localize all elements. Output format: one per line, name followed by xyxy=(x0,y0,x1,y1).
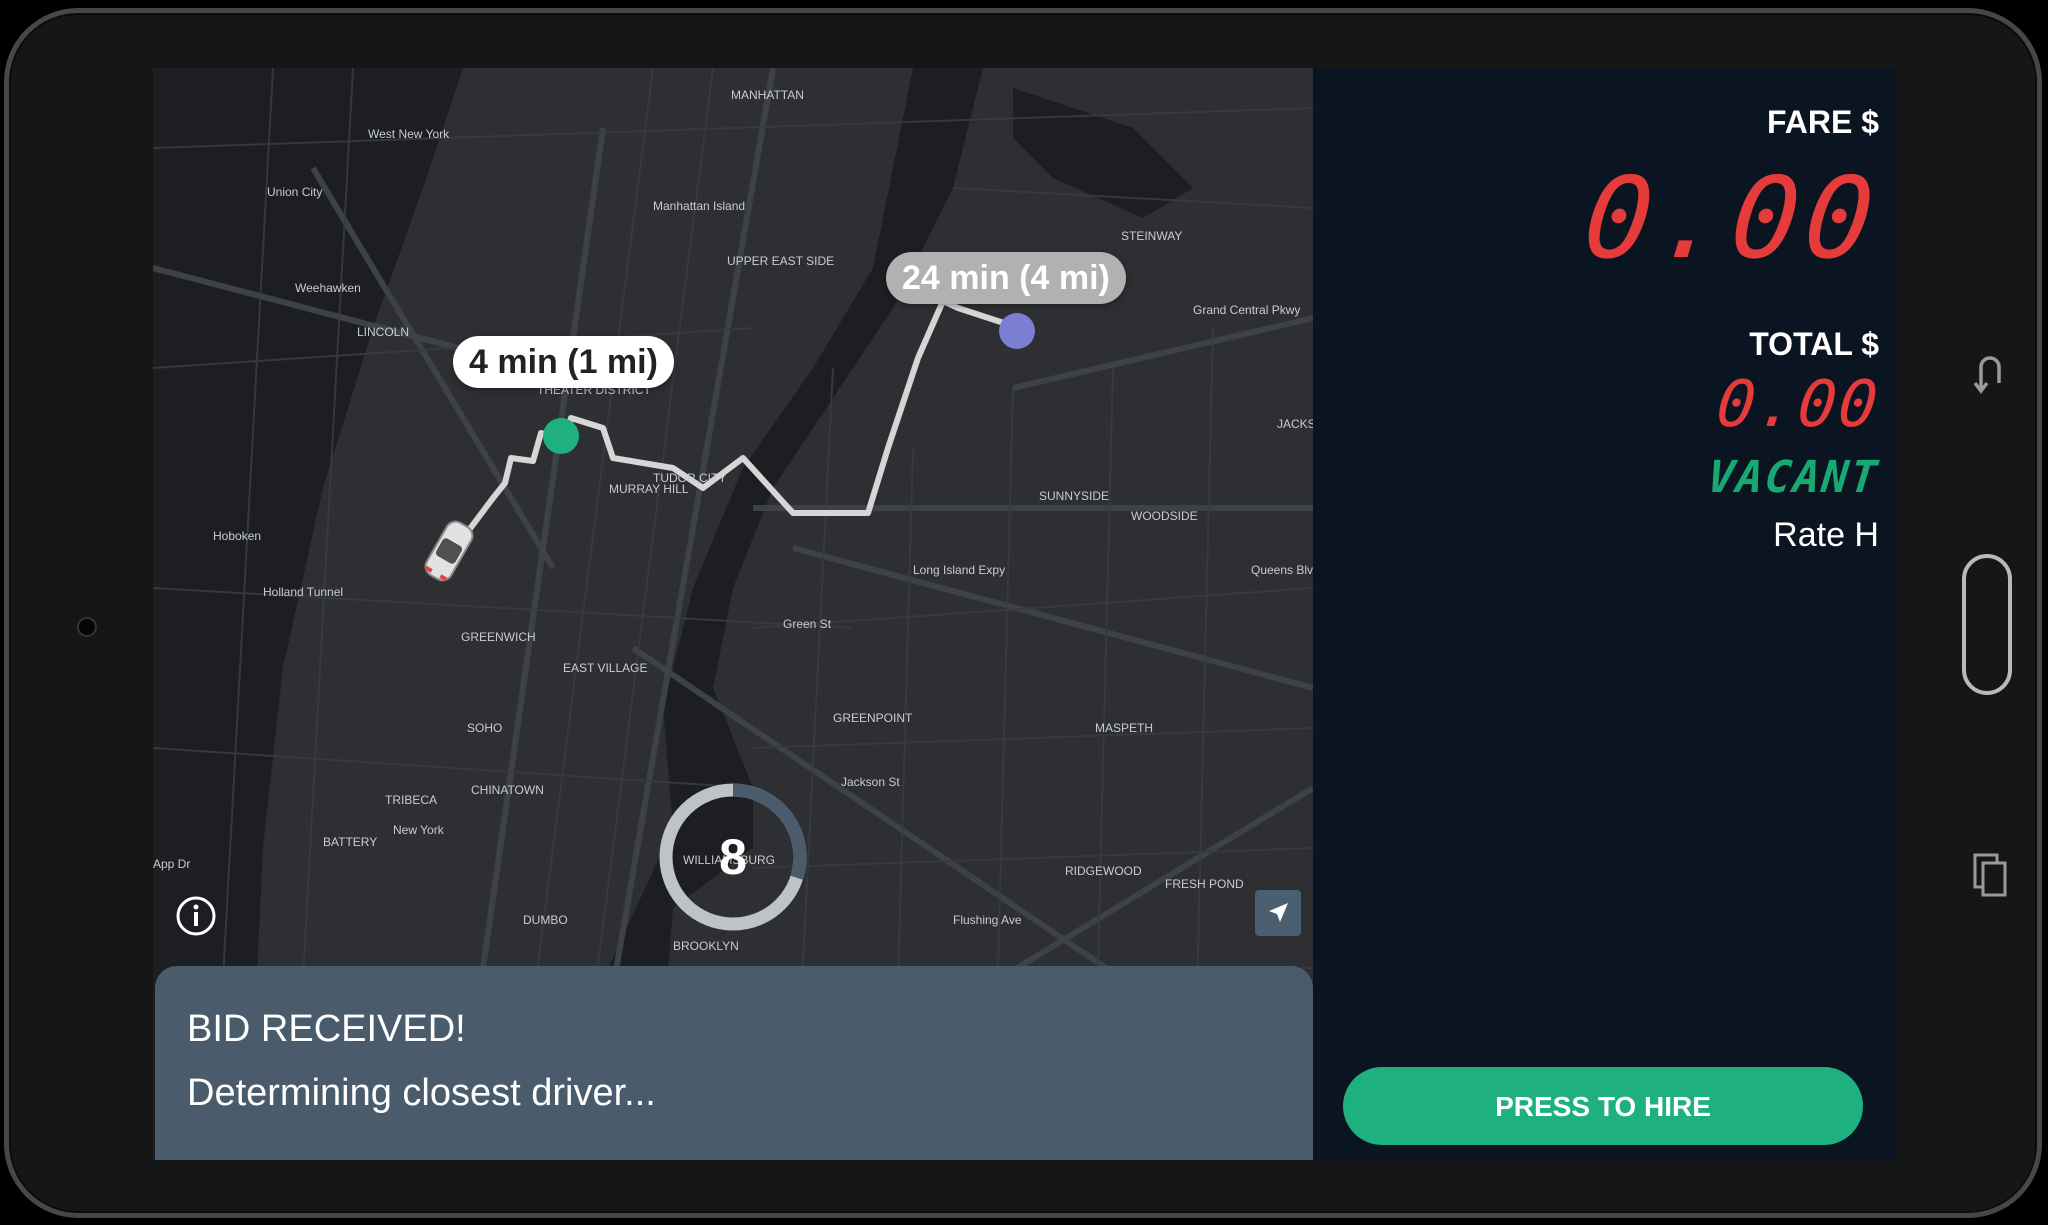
navigation-arrow-icon xyxy=(1269,903,1288,922)
svg-text:Long Island Expy: Long Island Expy xyxy=(913,563,1005,577)
svg-text:TUDOR CITY: TUDOR CITY xyxy=(653,471,726,485)
svg-text:New York: New York xyxy=(393,823,445,837)
svg-text:GREENPOINT: GREENPOINT xyxy=(833,711,913,725)
svg-text:TRIBECA: TRIBECA xyxy=(385,793,437,807)
svg-text:Hoboken: Hoboken xyxy=(213,529,261,543)
svg-text:SUNNYSIDE: SUNNYSIDE xyxy=(1039,489,1109,503)
svg-text:Manhattan Island: Manhattan Island xyxy=(653,199,745,213)
countdown-timer: 8 xyxy=(658,782,808,932)
svg-text:Queens Blvd: Queens Blvd xyxy=(1251,563,1313,577)
svg-text:GREENWICH: GREENWICH xyxy=(461,630,536,644)
fare-label: FARE $ xyxy=(1766,104,1879,140)
svg-text:RIDGEWOOD: RIDGEWOOD xyxy=(1065,864,1142,878)
svg-text:LINCOLN: LINCOLN xyxy=(357,325,409,339)
total-label: TOTAL $ xyxy=(1749,326,1879,362)
status-title: BID RECEIVED! xyxy=(187,1008,466,1050)
svg-text:App Dr: App Dr xyxy=(153,857,190,871)
driver-eta-bubble: 4 min (1 mi) xyxy=(453,336,674,388)
svg-text:UPPER EAST SIDE: UPPER EAST SIDE xyxy=(727,254,834,268)
map-view[interactable]: West New York Union City Weehawken Manha… xyxy=(153,68,1313,1160)
svg-text:STEINWAY: STEINWAY xyxy=(1121,229,1182,243)
svg-text:BROOKLYN: BROOKLYN xyxy=(673,939,739,953)
svg-text:DUMBO: DUMBO xyxy=(523,913,568,927)
svg-text:MANHATTAN: MANHATTAN xyxy=(731,88,804,102)
svg-text:Holland Tunnel: Holland Tunnel xyxy=(263,585,343,599)
locate-button[interactable] xyxy=(1255,890,1301,936)
svg-text:Union City: Union City xyxy=(267,185,322,199)
svg-text:BATTERY: BATTERY xyxy=(323,835,377,849)
svg-text:FRESH POND: FRESH POND xyxy=(1165,877,1244,891)
total-value: 0.00 xyxy=(1712,368,1883,442)
svg-text:CHINATOWN: CHINATOWN xyxy=(471,783,544,797)
svg-text:EAST VILLAGE: EAST VILLAGE xyxy=(563,661,648,675)
recent-apps-icon[interactable] xyxy=(1973,853,2007,899)
home-button[interactable] xyxy=(1962,554,2012,695)
svg-text:JACKSON: JACKSON xyxy=(1277,417,1313,431)
screen: West New York Union City Weehawken Manha… xyxy=(153,68,1895,1160)
status-subtitle: Determining closest driver... xyxy=(187,1072,656,1114)
svg-text:Grand Central Pkwy: Grand Central Pkwy xyxy=(1193,303,1300,317)
vacant-status: VACANT xyxy=(1705,452,1882,503)
svg-text:MASPETH: MASPETH xyxy=(1095,721,1153,735)
info-icon[interactable] xyxy=(175,895,217,937)
svg-text:West New York: West New York xyxy=(368,127,450,141)
back-icon[interactable] xyxy=(1973,353,2007,395)
press-to-hire-button[interactable]: PRESS TO HIRE xyxy=(1343,1067,1863,1145)
svg-text:Green St: Green St xyxy=(783,617,832,631)
camera-icon xyxy=(77,617,97,637)
rate-label: Rate H xyxy=(1773,516,1879,554)
svg-text:Weehawken: Weehawken xyxy=(295,281,361,295)
status-panel: BID RECEIVED! Determining closest driver… xyxy=(155,966,1313,1160)
svg-text:SOHO: SOHO xyxy=(467,721,502,735)
fare-value: 0.00 xyxy=(1578,154,1886,284)
taxi-meter-panel: FARE $ 0.00 TOTAL $ 0.00 VACANT Rate H P… xyxy=(1313,68,1895,1160)
countdown-number: 8 xyxy=(719,829,747,885)
svg-text:Flushing Ave: Flushing Ave xyxy=(953,913,1022,927)
svg-text:Jackson St: Jackson St xyxy=(841,775,900,789)
destination-eta-bubble: 24 min (4 mi) xyxy=(886,252,1126,304)
svg-text:WOODSIDE: WOODSIDE xyxy=(1131,509,1198,523)
